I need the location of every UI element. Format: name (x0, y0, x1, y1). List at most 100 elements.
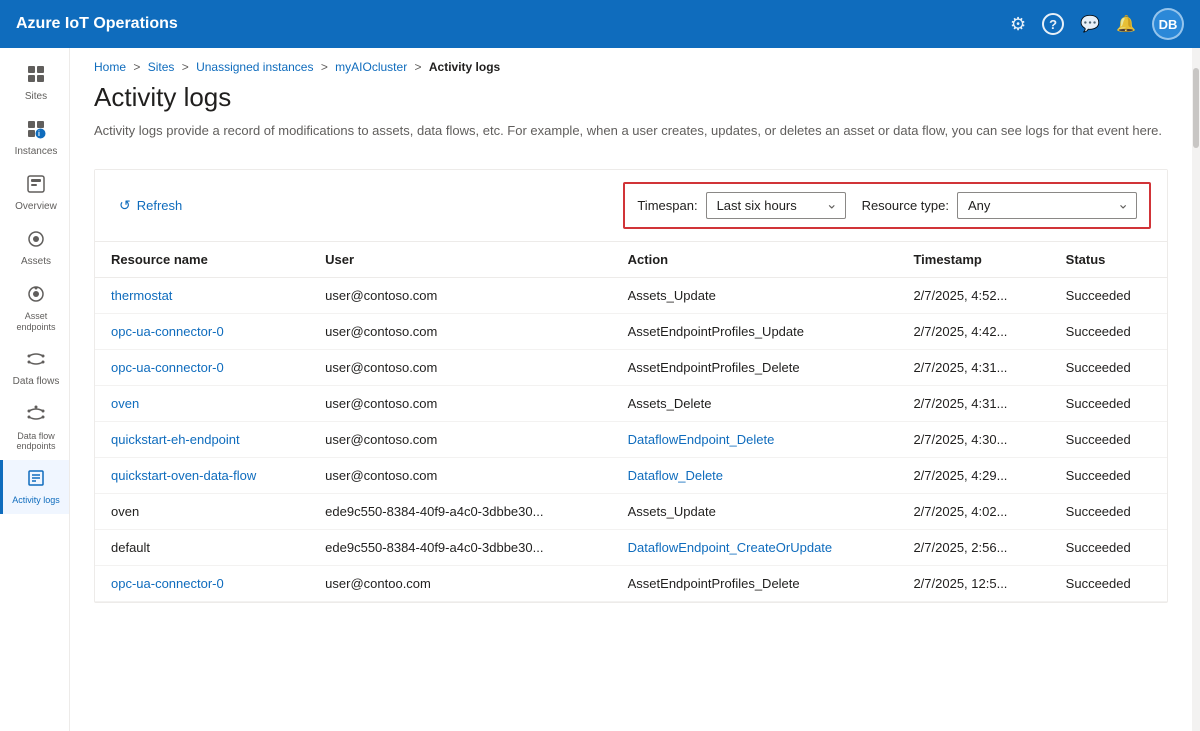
table-row: opc-ua-connector-0user@contoso.comAssetE… (95, 349, 1167, 385)
action-link[interactable]: DataflowEndpoint_CreateOrUpdate (628, 540, 833, 555)
action-link[interactable]: DataflowEndpoint_Delete (628, 432, 775, 447)
resource-name-link[interactable]: thermostat (111, 288, 172, 303)
page-description: Activity logs provide a record of modifi… (94, 121, 1168, 141)
breadcrumb-sep-2: > (182, 60, 192, 74)
cell-action[interactable]: DataflowEndpoint_Delete (612, 421, 898, 457)
cell-user: ede9c550-8384-40f9-a4c0-3dbbe30... (309, 493, 611, 529)
cell-timestamp: 2/7/2025, 4:52... (897, 277, 1049, 313)
instances-icon: i (26, 119, 46, 143)
cell-timestamp: 2/7/2025, 4:31... (897, 385, 1049, 421)
action-link[interactable]: Dataflow_Delete (628, 468, 723, 483)
table-row: opc-ua-connector-0 user@contoo.comAssetEn… (95, 565, 1167, 601)
asset-endpoints-icon (26, 284, 46, 308)
scrollbar-thumb (1193, 68, 1199, 148)
sidebar-item-data-flows[interactable]: Data flows (0, 341, 69, 396)
breadcrumb-sep-1: > (133, 60, 143, 74)
cell-timestamp: 2/7/2025, 4:42... (897, 313, 1049, 349)
table-row: defaultede9c550-8384-40f9-a4c0-3dbbe30..… (95, 529, 1167, 565)
sidebar-item-activity-logs[interactable]: Activity logs (0, 460, 69, 514)
resource-type-select[interactable]: Any Asset AssetEndpointProfile Dataflow … (957, 192, 1137, 219)
refresh-label: Refresh (137, 198, 183, 213)
cell-timestamp: 2/7/2025, 12:5... (897, 565, 1049, 601)
cell-action: AssetEndpointProfiles_Update (612, 313, 898, 349)
data-flows-icon (26, 349, 46, 373)
col-header-resource-name: Resource name (95, 242, 309, 278)
cell-resource-name[interactable]: thermostat (95, 277, 309, 313)
cell-user: ede9c550-8384-40f9-a4c0-3dbbe30... (309, 529, 611, 565)
sidebar-item-data-flow-endpoints[interactable]: Data flow endpoints (0, 396, 69, 461)
settings-icon[interactable]: ⚙ (1010, 14, 1026, 35)
breadcrumb-sites[interactable]: Sites (148, 60, 175, 74)
data-flow-endpoints-icon (26, 404, 46, 428)
breadcrumb-unassigned[interactable]: Unassigned instances (196, 60, 313, 74)
cell-resource-name[interactable]: opc-ua-connector-0 (95, 313, 309, 349)
breadcrumb-sep-4: > (415, 60, 425, 74)
main-layout: Sites i Instances (0, 48, 1200, 731)
cell-action: Assets_Update (612, 493, 898, 529)
overview-icon (26, 174, 46, 198)
help-icon[interactable]: ? (1042, 13, 1064, 35)
activity-logs-table: Resource name User Action Timestamp Stat… (95, 242, 1167, 602)
feedback-icon[interactable]: 💬 (1080, 14, 1100, 34)
resource-name-link[interactable]: quickstart-oven-data-flow (111, 468, 256, 483)
page-title: Activity logs (94, 82, 1168, 113)
table-row: ovenuser@contoso.comAssets_Delete2/7/202… (95, 385, 1167, 421)
table-header-row: Resource name User Action Timestamp Stat… (95, 242, 1167, 278)
resource-name-link[interactable]: opc-ua-connector-0 (111, 576, 224, 591)
svg-text:i: i (38, 131, 40, 138)
resource-name-link[interactable]: opc-ua-connector-0 (111, 324, 224, 339)
sidebar-label-overview: Overview (15, 201, 57, 213)
cell-resource-name[interactable]: quickstart-oven-data-flow (95, 457, 309, 493)
table-section: ↻ Refresh Timespan: Last hour Last six h… (94, 169, 1168, 603)
resource-type-filter-group: Resource type: Any Asset AssetEndpointPr… (862, 192, 1137, 219)
page-header: Activity logs Activity logs provide a re… (70, 82, 1192, 153)
sidebar-label-data-flow-endpoints: Data flow endpoints (7, 431, 65, 453)
content-area: Home > Sites > Unassigned instances > my… (70, 48, 1192, 731)
notification-icon[interactable]: 🔔 (1116, 14, 1136, 34)
cell-user: user@contoso.com (309, 385, 611, 421)
cell-action: AssetEndpointProfiles_Delete (612, 565, 898, 601)
timespan-select-wrapper: Last hour Last six hours Last 24 hours L… (706, 192, 846, 219)
resource-name-link[interactable]: oven (111, 396, 139, 411)
cell-action[interactable]: DataflowEndpoint_CreateOrUpdate (612, 529, 898, 565)
table-row: quickstart-eh-endpointuser@contoso.comDa… (95, 421, 1167, 457)
toolbar: ↻ Refresh Timespan: Last hour Last six h… (95, 170, 1167, 242)
cell-resource-name[interactable]: opc-ua-connector-0 (95, 349, 309, 385)
timespan-filter-group: Timespan: Last hour Last six hours Last … (637, 192, 845, 219)
cell-status: Succeeded (1050, 349, 1167, 385)
cell-timestamp: 2/7/2025, 4:02... (897, 493, 1049, 529)
activity-logs-icon (26, 468, 46, 492)
resource-type-select-wrapper: Any Asset AssetEndpointProfile Dataflow … (957, 192, 1137, 219)
sidebar-label-data-flows: Data flows (13, 376, 60, 388)
breadcrumb-current: Activity logs (429, 60, 500, 74)
timespan-select[interactable]: Last hour Last six hours Last 24 hours L… (706, 192, 846, 219)
app-title: Azure IoT Operations (16, 15, 178, 33)
cell-timestamp: 2/7/2025, 4:31... (897, 349, 1049, 385)
cell-resource-name[interactable]: opc-ua-connector-0 (95, 565, 309, 601)
resource-type-label: Resource type: (862, 198, 949, 213)
topnav: Azure IoT Operations ⚙ ? 💬 🔔 DB (0, 0, 1200, 48)
cell-status: Succeeded (1050, 493, 1167, 529)
cell-timestamp: 2/7/2025, 2:56... (897, 529, 1049, 565)
sidebar-item-asset-endpoints[interactable]: Asset endpoints (0, 276, 69, 341)
right-scrollbar[interactable] (1192, 48, 1200, 731)
sidebar-item-instances[interactable]: i Instances (0, 111, 69, 166)
col-header-action: Action (612, 242, 898, 278)
sidebar-label-assets: Assets (21, 256, 51, 268)
cell-resource-name: default (95, 529, 309, 565)
breadcrumb-home[interactable]: Home (94, 60, 126, 74)
sidebar-item-overview[interactable]: Overview (0, 166, 69, 221)
breadcrumb-cluster[interactable]: myAIOcluster (335, 60, 407, 74)
cell-resource-name[interactable]: oven (95, 385, 309, 421)
resource-name-link[interactable]: opc-ua-connector-0 (111, 360, 224, 375)
sidebar: Sites i Instances (0, 48, 70, 731)
table-row: opc-ua-connector-0user@contoso.comAssetE… (95, 313, 1167, 349)
cell-resource-name[interactable]: quickstart-eh-endpoint (95, 421, 309, 457)
sidebar-item-sites[interactable]: Sites (0, 56, 69, 111)
cell-action[interactable]: Dataflow_Delete (612, 457, 898, 493)
avatar[interactable]: DB (1152, 8, 1184, 40)
sidebar-item-assets[interactable]: Assets (0, 221, 69, 276)
cell-user: user@contoo.com (309, 565, 611, 601)
refresh-button[interactable]: ↻ Refresh (111, 193, 190, 218)
resource-name-link[interactable]: quickstart-eh-endpoint (111, 432, 240, 447)
